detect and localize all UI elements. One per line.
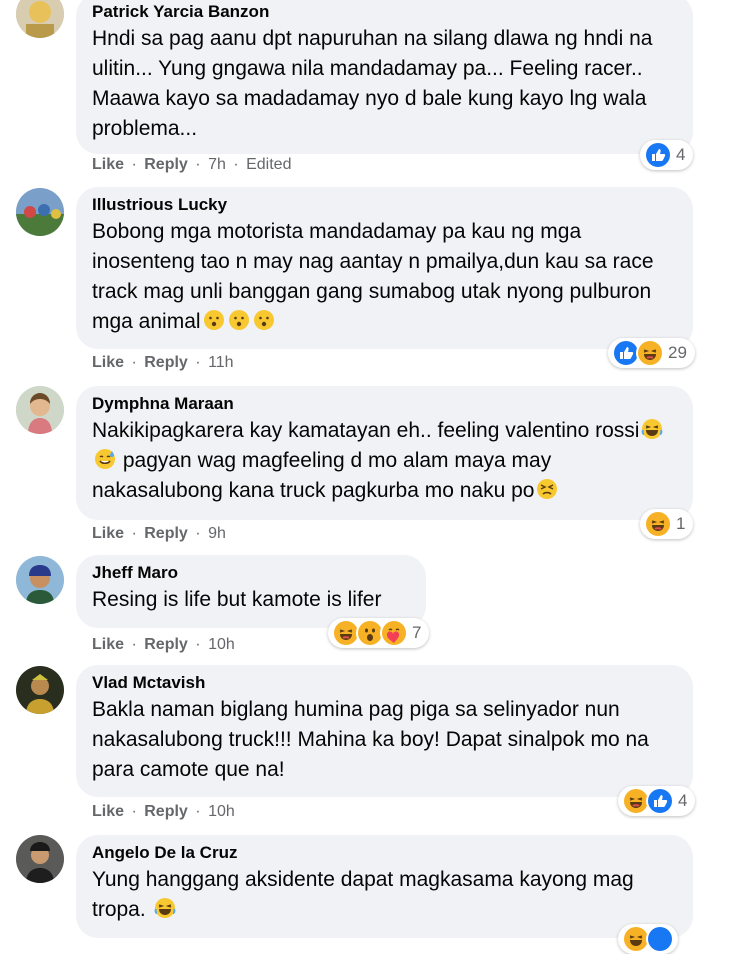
separator: · [131,354,137,371]
like-button[interactable]: Like [92,525,124,542]
like-button[interactable]: Like [92,636,124,653]
edited-label: Edited [246,156,292,173]
reactions-summary[interactable]: 7 [328,618,430,648]
like-button[interactable]: Like [92,803,124,820]
separator: · [131,525,137,542]
avatar[interactable] [16,386,64,434]
reaction-count: 1 [676,514,686,533]
reply-button[interactable]: Reply [144,156,188,173]
comment-bubble: Angelo De la Cruz Yung hanggang aksident… [76,835,693,938]
avatar[interactable] [16,666,64,714]
reactions-summary[interactable]: 4 [640,140,694,170]
reply-button[interactable]: Reply [144,354,188,371]
comment-author[interactable]: Dymphna Maraan [92,394,677,414]
comment-text: Hndi sa pag aanu dpt napuruhan na silang… [92,27,653,140]
reply-button[interactable]: Reply [144,636,188,653]
comment-text-part: Nakikipagkarera kay kamatayan eh.. feeli… [92,419,640,442]
timestamp[interactable]: 9h [208,525,226,542]
separator: · [131,156,137,173]
comment-actions: Like · Reply · 10h [92,635,235,655]
sweat-smile-face-icon [93,447,117,471]
separator: · [131,803,137,820]
laughing-face-icon [153,896,177,920]
comment-text: Nakikipagkarera kay kamatayan eh.. feeli… [92,416,677,506]
worried-face-icon [202,308,226,332]
avatar[interactable] [16,556,64,604]
avatar[interactable] [16,835,64,883]
avatar[interactable] [16,0,64,38]
like-button[interactable]: Like [92,156,124,173]
reply-button[interactable]: Reply [144,525,188,542]
timestamp[interactable]: 11h [208,354,234,371]
worried-face-icon [227,308,251,332]
comment-text: Yung hanggang aksidente dapat magkasama … [92,865,677,925]
separator: · [131,636,137,653]
comment-text: Bobong mga motorista mandadamay pa kau n… [92,217,677,337]
reply-button[interactable]: Reply [144,803,188,820]
separator: · [233,156,239,173]
worried-face-icon [252,308,276,332]
separator: · [195,803,201,820]
comment-bubble: Vlad Mctavish Bakla naman biglang humina… [76,665,693,797]
timestamp[interactable]: 10h [208,636,235,653]
separator: · [195,525,201,542]
comment-author[interactable]: Patrick Yarcia Banzon [92,2,677,22]
reactions-summary[interactable]: 29 [608,338,695,368]
separator: · [195,354,201,371]
comment-actions: Like · Reply · 11h [92,353,234,373]
laughing-face-icon [640,417,664,441]
like-reaction-icon [644,141,672,169]
avatar[interactable] [16,188,64,236]
separator: · [195,156,201,173]
like-button[interactable]: Like [92,354,124,371]
separator: · [195,636,201,653]
persevering-face-icon [535,477,559,501]
comment-author[interactable]: Angelo De la Cruz [92,843,677,863]
comment-author[interactable]: Illustrious Lucky [92,195,677,215]
comment-actions: Like · Reply · 7h · Edited [92,155,291,175]
comment-text-part: pagyan wag magfeeling d mo alam maya may… [92,449,552,502]
reaction-count: 4 [678,791,688,810]
haha-reaction-icon [636,339,664,367]
comment-bubble: Illustrious Lucky Bobong mga motorista m… [76,187,693,349]
reaction-count: 4 [676,145,686,164]
haha-reaction-icon [644,510,672,538]
like-reaction-icon [646,925,674,953]
timestamp[interactable]: 10h [208,803,235,820]
comment-text: Resing is life but kamote is lifer [92,588,382,611]
comment-author[interactable]: Vlad Mctavish [92,673,677,693]
reactions-summary[interactable] [618,924,678,954]
care-reaction-icon [380,619,408,647]
comment-author[interactable]: Jheff Maro [92,563,410,583]
comment-text-body: Bobong mga motorista mandadamay pa kau n… [92,220,654,333]
comment-actions: Like · Reply · 10h [92,802,235,822]
reaction-count: 7 [412,623,422,642]
timestamp[interactable]: 7h [208,156,226,173]
reaction-count: 29 [668,343,687,362]
comment-text: Bakla naman biglang humina pag piga sa s… [92,698,649,781]
like-reaction-icon [646,787,674,815]
comment-bubble: Patrick Yarcia Banzon Hndi sa pag aanu d… [76,0,693,154]
reactions-summary[interactable]: 1 [640,509,694,539]
reactions-summary[interactable]: 4 [618,786,696,816]
comment-actions: Like · Reply · 9h [92,524,226,544]
comment-bubble: Dymphna Maraan Nakikipagkarera kay kamat… [76,386,693,520]
